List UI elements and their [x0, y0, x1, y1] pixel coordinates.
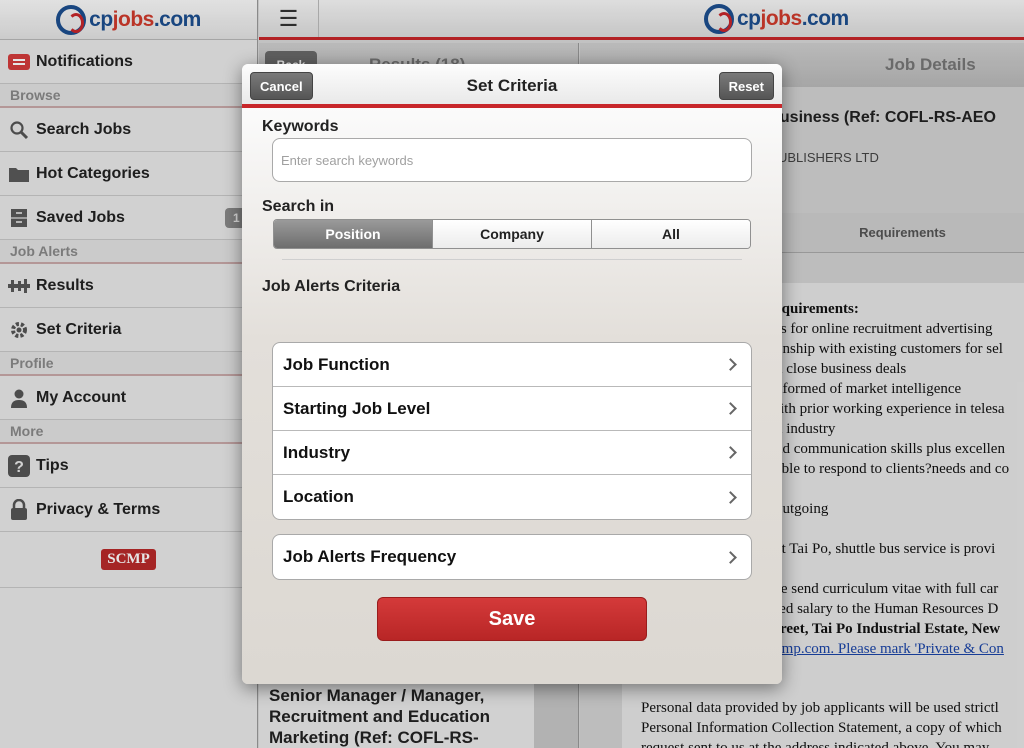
cell-label: Industry	[283, 442, 351, 462]
criteria-job-function[interactable]: Job Function	[273, 343, 751, 387]
keywords-label: Keywords	[262, 118, 339, 135]
keywords-input[interactable]	[272, 138, 752, 182]
chevron-right-icon	[724, 490, 737, 504]
chevron-right-icon	[724, 446, 737, 459]
segment-company[interactable]: Company	[433, 220, 592, 248]
dialog-header: Cancel Set Criteria Reset	[242, 64, 782, 108]
criteria-starting-job-level[interactable]: Starting Job Level	[273, 387, 751, 431]
dialog-title: Set Criteria	[466, 76, 558, 95]
cell-label: Job Function	[283, 354, 390, 374]
reset-button[interactable]: Reset	[718, 72, 774, 100]
segment-all[interactable]: All	[592, 220, 750, 248]
criteria-list: Job Function Starting Job Level Industry…	[272, 342, 752, 520]
frequency-list: Job Alerts Frequency	[272, 534, 752, 580]
dialog-body: Keywords Search in Position Company All …	[242, 108, 782, 684]
criteria-location[interactable]: Location	[273, 475, 751, 519]
search-in-segmented-control: Position Company All	[273, 219, 751, 249]
search-in-label: Search in	[262, 198, 335, 215]
criteria-industry[interactable]: Industry	[273, 431, 751, 475]
criteria-label: Job Alerts Criteria	[262, 278, 401, 295]
chevron-right-icon	[724, 358, 737, 371]
cell-label: Job Alerts Frequency	[283, 547, 457, 566]
cell-label: Starting Job Level	[283, 398, 431, 418]
save-button[interactable]: Save	[377, 597, 647, 641]
cell-label: Location	[283, 487, 354, 506]
set-criteria-dialog: Cancel Set Criteria Reset Keywords Searc…	[242, 64, 782, 684]
chevron-right-icon	[724, 550, 737, 564]
divider	[282, 259, 742, 260]
chevron-right-icon	[724, 402, 737, 415]
criteria-job-alerts-frequency[interactable]: Job Alerts Frequency	[273, 535, 751, 579]
segment-position[interactable]: Position	[274, 220, 433, 248]
